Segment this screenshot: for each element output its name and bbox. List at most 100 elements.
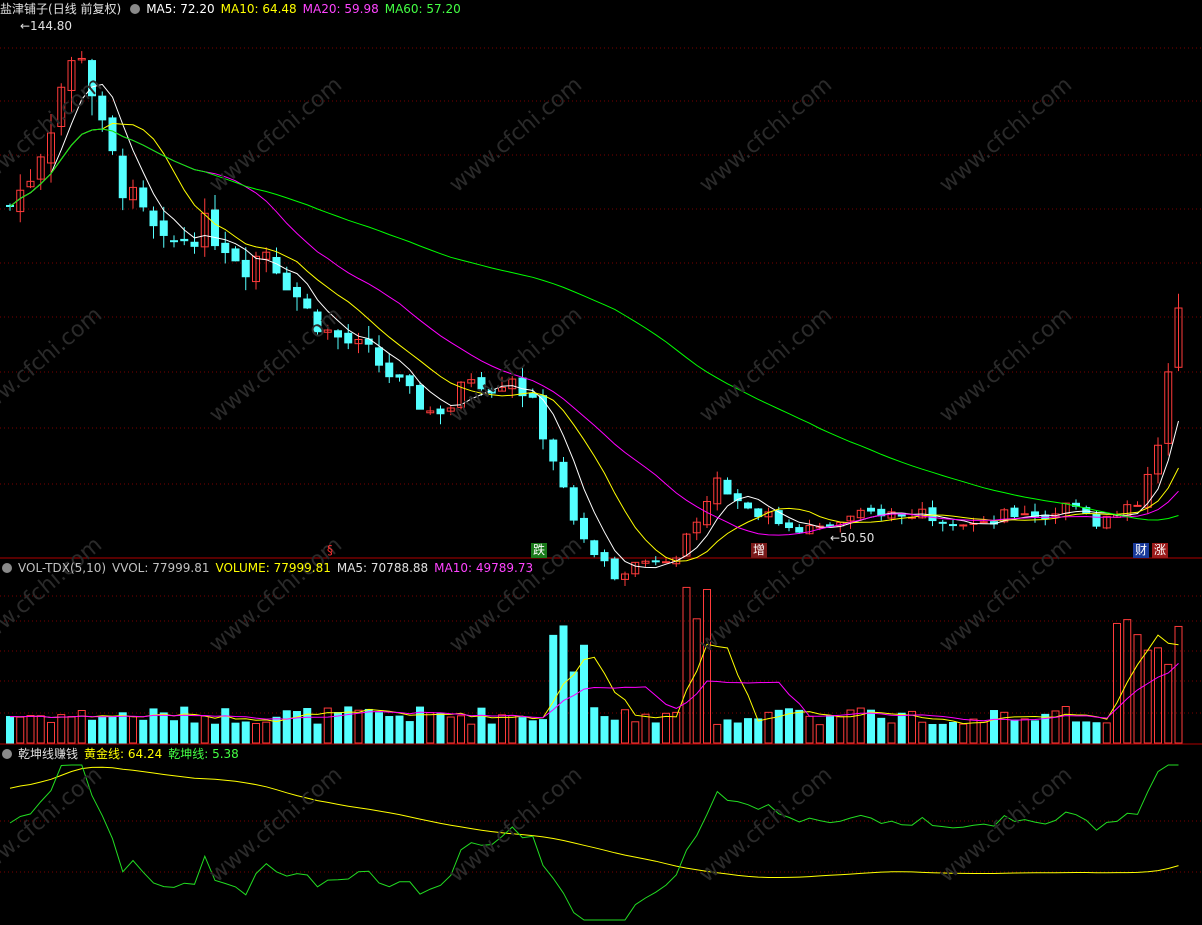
settings-icon[interactable] <box>2 749 12 759</box>
candle-body <box>344 332 353 344</box>
volume-bar <box>426 712 435 744</box>
candle-body <box>221 242 230 254</box>
volume-bar <box>477 707 486 744</box>
volume-bar <box>836 716 845 744</box>
volume-bar <box>190 722 199 744</box>
candle-body <box>1010 507 1019 518</box>
volume-bar <box>990 710 998 744</box>
watermark-text: www.cfchi.com <box>695 302 837 427</box>
volume-bar <box>1082 721 1091 744</box>
candle-body <box>1133 504 1142 507</box>
candle-body <box>139 187 148 208</box>
volume-bar <box>385 716 394 744</box>
volume-bar <box>682 586 691 744</box>
volume-bar <box>118 712 127 744</box>
candle-body <box>744 502 752 509</box>
vvol-readout: VVOL: 77999.81 <box>112 561 210 575</box>
volume-bar <box>364 708 373 744</box>
volume-bar <box>26 715 35 744</box>
volume-bar <box>231 722 240 744</box>
watermark-text: www.cfchi.com <box>205 72 347 197</box>
candle-body <box>211 209 219 247</box>
vol-ma5-readout: MA5: 70788.88 <box>336 561 429 575</box>
volume-bar <box>47 721 55 744</box>
watermark-text: www.cfchi.com <box>0 762 107 887</box>
volume-bar <box>979 721 988 744</box>
candle-body <box>785 522 793 529</box>
candle-body <box>108 117 117 152</box>
volume-bar <box>334 712 342 744</box>
candle-body <box>375 347 383 366</box>
candle-body <box>1020 513 1029 516</box>
watermark-text: www.cfchi.com <box>935 302 1077 427</box>
volume-bar <box>528 720 537 744</box>
candle-body <box>949 524 957 527</box>
candle-body <box>282 272 291 291</box>
event-marker-increase[interactable]: 增 <box>751 543 768 558</box>
volume-bar <box>610 719 619 744</box>
candle-body <box>405 375 414 387</box>
watermark-text: www.cfchi.com <box>695 762 837 887</box>
volume-bar <box>877 717 886 744</box>
ma20-readout: MA20: 59.98 <box>302 2 379 16</box>
volume-bar <box>241 721 250 744</box>
event-marker-s[interactable]: § <box>325 543 335 558</box>
volume-bar <box>518 717 527 744</box>
candle-body <box>180 238 189 242</box>
volume-bar <box>252 722 260 744</box>
volume-bar <box>754 718 763 744</box>
volume-bar <box>744 718 752 744</box>
high-price-label: ←144.80 <box>20 19 72 33</box>
volume-bar <box>6 716 14 744</box>
candle-body <box>979 521 988 524</box>
volume-bar <box>170 720 178 744</box>
volume-bar <box>539 719 547 744</box>
candle-body <box>651 560 660 563</box>
event-marker-finance[interactable]: 财 <box>1133 543 1150 558</box>
event-marker-fall[interactable]: 跌 <box>531 543 548 558</box>
event-marker-rise[interactable]: 涨 <box>1152 543 1169 558</box>
volume-bar <box>159 712 168 744</box>
volume-bar <box>1154 647 1162 744</box>
candle-body <box>938 521 947 524</box>
watermark-text: www.cfchi.com <box>0 72 107 197</box>
candle-body <box>590 540 599 556</box>
volume-bar <box>467 723 476 744</box>
volume-bar <box>498 714 506 744</box>
candle-body <box>580 517 588 540</box>
watermark-text: www.cfchi.com <box>935 72 1077 197</box>
candle-body <box>118 155 127 199</box>
volume-bar <box>938 723 947 744</box>
volume-bar <box>918 721 927 744</box>
candle-body <box>754 508 763 518</box>
volume-bar <box>1102 722 1111 744</box>
volume-bar <box>149 708 158 744</box>
candle-body <box>190 241 199 247</box>
volume-bar <box>200 715 209 744</box>
volume-bar <box>1061 705 1070 744</box>
watermark-text: www.cfchi.com <box>0 532 107 657</box>
ma10-line <box>9 122 1179 562</box>
volume-bar <box>129 716 137 744</box>
volume-bar <box>405 721 414 744</box>
volume-bar <box>897 712 906 744</box>
ma5-line <box>9 83 1179 569</box>
candle-body <box>149 210 158 227</box>
volume-bar <box>805 715 814 744</box>
volume-bar <box>16 716 25 744</box>
watermark-text: www.cfchi.com <box>205 302 347 427</box>
watermark-text: www.cfchi.com <box>695 72 837 197</box>
candle-body <box>600 552 609 562</box>
candle-body <box>723 479 732 495</box>
candle-body <box>334 330 342 338</box>
settings-icon[interactable] <box>2 563 12 573</box>
volume-bar <box>108 715 117 744</box>
volume-bar <box>1113 622 1121 744</box>
candle-body <box>549 439 558 462</box>
settings-icon[interactable] <box>130 4 141 14</box>
volume-bar <box>88 719 96 744</box>
volume-bar <box>1143 649 1152 744</box>
volume-bar <box>959 723 968 744</box>
stock-title[interactable]: 盐津铺子 <box>0 2 48 16</box>
watermark-text: www.cfchi.com <box>935 532 1077 657</box>
